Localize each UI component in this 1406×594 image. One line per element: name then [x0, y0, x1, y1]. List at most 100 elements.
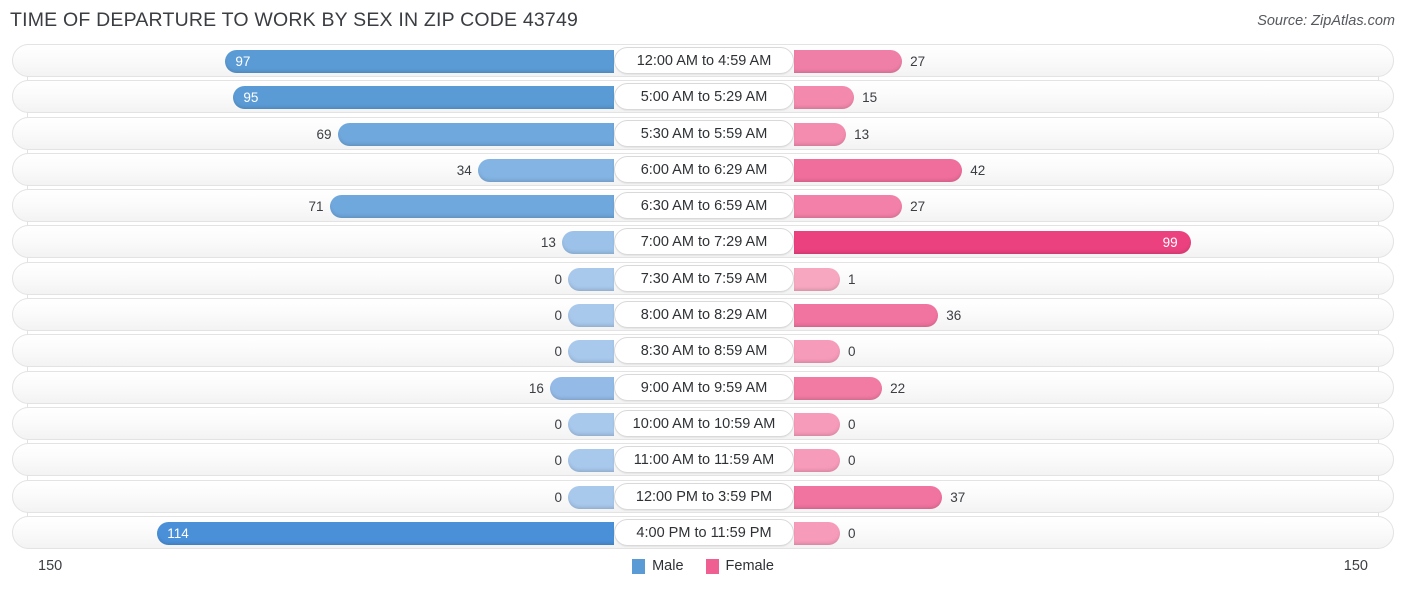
- male-value-label: 0: [554, 344, 562, 360]
- female-value-label: 13: [854, 126, 870, 142]
- male-value-label: 0: [554, 271, 562, 287]
- female-value-label: 36: [946, 308, 962, 324]
- table-row: 0 36 8:00 AM to 8:29 AM: [12, 298, 1394, 332]
- female-bar: [794, 449, 840, 473]
- female-bar: [794, 50, 903, 73]
- female-value-label: 0: [848, 416, 856, 432]
- female-bar: [794, 485, 943, 509]
- bar-area: 16 22 9:00 AM to 9:59 AM: [13, 372, 1393, 403]
- bar-area: 13 99 7:00 AM to 7:29 AM: [13, 226, 1393, 257]
- chart-plot-area: 97 27 12:00 AM to 4:59 AM 95 15 5:00 AM to 5:…: [0, 44, 1406, 549]
- male-bar: [561, 231, 614, 255]
- table-row: 95 15 5:00 AM to 5:29 AM: [12, 80, 1394, 114]
- male-value-label: 0: [554, 453, 562, 469]
- legend-item-male[interactable]: Male: [632, 558, 684, 575]
- female-bar: [794, 412, 840, 436]
- table-row: 97 27 12:00 AM to 4:59 AM: [12, 44, 1394, 77]
- male-bar: [477, 158, 614, 182]
- male-bar: [233, 86, 614, 110]
- category-label-pill: 9:00 AM to 9:59 AM: [614, 373, 794, 401]
- female-value-label: 0: [848, 525, 856, 541]
- female-value-label: 27: [910, 199, 926, 215]
- bar-area: 71 27 6:30 AM to 6:59 AM: [13, 190, 1393, 221]
- table-row: 13 99 7:00 AM to 7:29 AM: [12, 225, 1394, 259]
- female-bar: [794, 122, 847, 146]
- category-label-pill: 12:00 PM to 3:59 PM: [614, 482, 794, 510]
- male-bar: [568, 304, 614, 328]
- category-label-pill: 7:00 AM to 7:29 AM: [614, 228, 794, 256]
- bar-area: 0 0 11:00 AM to 11:59 AM: [13, 444, 1393, 475]
- female-bar: [794, 267, 840, 291]
- table-row: 0 0 10:00 AM to 10:59 AM: [12, 406, 1394, 440]
- source-attribution: Source: ZipAtlas.com: [1257, 13, 1395, 29]
- male-bar: [568, 340, 614, 364]
- table-row: 0 0 11:00 AM to 11:59 AM: [12, 443, 1394, 477]
- male-value-label: 0: [554, 308, 562, 324]
- male-value-label: 114: [167, 525, 189, 541]
- female-value-label: 99: [1162, 235, 1178, 251]
- female-value-label: 22: [890, 380, 906, 396]
- male-bar: [157, 521, 614, 545]
- female-value-label: 37: [950, 489, 966, 505]
- chart-legend: Male Female: [0, 558, 1406, 574]
- female-value-label: 15: [862, 90, 878, 106]
- table-row: 0 0 8:30 AM to 8:59 AM: [12, 334, 1394, 368]
- table-row: 0 37 12:00 PM to 3:59 PM: [12, 479, 1394, 513]
- bar-area: 114 0 4:00 PM to 11:59 PM: [13, 517, 1393, 548]
- table-row: 34 42 6:00 AM to 6:29 AM: [12, 152, 1394, 186]
- bar-area: 95 15 5:00 AM to 5:29 AM: [13, 81, 1393, 112]
- female-bar: [794, 231, 1191, 255]
- female-bar: [794, 195, 903, 219]
- female-value-label: 1: [848, 271, 856, 287]
- category-label-pill: 4:00 PM to 11:59 PM: [614, 518, 794, 546]
- female-bar: [794, 304, 939, 328]
- bar-area: 0 0 8:30 AM to 8:59 AM: [13, 335, 1393, 366]
- table-row: 0 1 7:30 AM to 7:59 AM: [12, 261, 1394, 295]
- female-value-label: 27: [910, 54, 926, 69]
- category-label-pill: 11:00 AM to 11:59 AM: [614, 446, 794, 474]
- female-value-label: 0: [848, 453, 856, 469]
- bar-area: 0 37 12:00 PM to 3:59 PM: [13, 481, 1393, 512]
- category-label-pill: 5:00 AM to 5:29 AM: [614, 83, 794, 111]
- male-bar: [568, 267, 614, 291]
- table-row: 114 0 4:00 PM to 11:59 PM: [12, 515, 1394, 549]
- page-title: TIME OF DEPARTURE TO WORK BY SEX IN ZIP …: [10, 9, 579, 31]
- legend-swatch-icon: [705, 558, 719, 574]
- male-bar: [549, 376, 614, 400]
- female-value-label: 42: [970, 162, 986, 178]
- bar-area: 69 13 5:30 AM to 5:59 AM: [13, 118, 1393, 149]
- female-bar: [794, 521, 840, 545]
- category-label-pill: 7:30 AM to 7:59 AM: [614, 264, 794, 292]
- male-value-label: 13: [540, 235, 556, 251]
- category-label-pill: 6:00 AM to 6:29 AM: [614, 155, 794, 183]
- legend-item-female[interactable]: Female: [705, 558, 774, 575]
- male-value-label: 71: [308, 199, 324, 215]
- bar-area: 34 42 6:00 AM to 6:29 AM: [13, 154, 1393, 185]
- male-bar: [337, 122, 614, 146]
- bar-area: 0 36 8:00 AM to 8:29 AM: [13, 299, 1393, 330]
- male-bar: [568, 412, 614, 436]
- bar-area: 0 0 10:00 AM to 10:59 AM: [13, 408, 1393, 439]
- category-label-pill: 10:00 AM to 10:59 AM: [614, 409, 794, 437]
- table-row: 69 13 5:30 AM to 5:59 AM: [12, 116, 1394, 150]
- table-row: 71 27 6:30 AM to 6:59 AM: [12, 189, 1394, 223]
- bar-rows-container: 97 27 12:00 AM to 4:59 AM 95 15 5:00 AM to 5:…: [0, 44, 1406, 549]
- male-bar: [225, 50, 614, 73]
- male-bar: [568, 449, 614, 473]
- category-label-pill: 8:00 AM to 8:29 AM: [614, 301, 794, 329]
- male-value-label: 97: [235, 54, 251, 69]
- legend-label: Female: [725, 558, 774, 575]
- male-value-label: 0: [554, 416, 562, 432]
- male-value-label: 34: [456, 162, 472, 178]
- bar-area: 0 1 7:30 AM to 7:59 AM: [13, 263, 1393, 294]
- male-value-label: 95: [243, 90, 259, 106]
- table-row: 16 22 9:00 AM to 9:59 AM: [12, 370, 1394, 404]
- female-bar: [794, 340, 840, 364]
- category-label-pill: 8:30 AM to 8:59 AM: [614, 337, 794, 365]
- female-bar: [794, 86, 855, 110]
- category-label-pill: 12:00 AM to 4:59 AM: [614, 47, 794, 74]
- category-label-pill: 5:30 AM to 5:59 AM: [614, 119, 794, 147]
- male-bar: [329, 195, 614, 219]
- male-value-label: 69: [316, 126, 332, 142]
- legend-label: Male: [652, 558, 684, 575]
